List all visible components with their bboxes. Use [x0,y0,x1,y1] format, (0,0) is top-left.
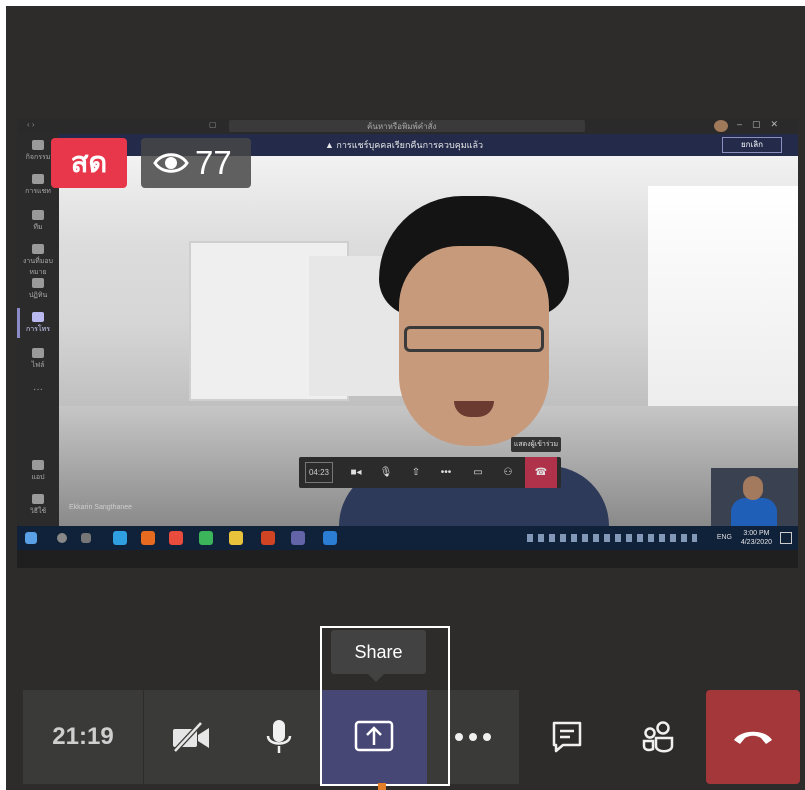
rail-active-indicator [17,308,20,338]
system-tray-icons [527,534,697,542]
chat-icon [552,721,582,753]
pip-body [731,498,777,526]
inner-share-icon: ⇧ [411,467,421,478]
windows-taskbar: ENG 3:00 PM 4/23/2020 [17,526,798,550]
shared-search-text: ค้นหาหรือพิมพ์คำสั่ง [367,122,437,131]
windows-start-icon [25,532,37,544]
rail-label: ทีม [33,224,43,231]
room-window [648,186,798,416]
calendar-icon [32,278,44,288]
more-dots-icon [455,733,491,741]
viewer-count: 77 [195,144,232,181]
inner-call-controls: 04:23 ■◂ 🎙 ⇧ ••• ▭ ⚇ ☎ [299,457,561,488]
rail-label: แอป [31,474,45,481]
chat-button[interactable] [525,690,609,784]
rail-label: กิจกรรม [25,154,51,161]
teams-app-rail: กิจกรรม การแชท ทีม งานที่มอบหมาย ปฏิทิน … [17,134,59,526]
inner-mic-icon: 🎙 [379,467,393,478]
taskbar-clock: 3:00 PM 4/23/2020 [741,529,772,547]
rail-label: ปฏิทิน [28,292,48,299]
sharing-banner-text: ▲ การแชร์บุคคลเรียกคืนการควบคุมแล้ว [325,140,484,150]
rail-label: การโทร [25,326,51,333]
powerpoint-icon [261,531,275,545]
firefox-icon [141,531,155,545]
file-explorer-icon [229,531,243,545]
inner-call-time: 04:23 [305,462,333,483]
cursor-marker [378,783,386,790]
participants-button[interactable] [614,690,702,784]
self-view-pip [711,468,798,526]
speaker-name: Ekkarin Sangthanee [69,504,133,511]
word-icon [323,531,337,545]
help-icon [32,494,44,504]
inner-participants-tooltip: แสดงผู้เข้าร่วม [511,437,561,452]
participants-icon [642,721,674,753]
rail-item-teams: ทีม [21,210,55,233]
bell-icon [32,140,44,150]
chrome-icon [169,531,183,545]
taskbar-time: 3:00 PM [743,530,770,537]
taskbar-language: ENG [716,534,732,541]
rail-label: วิธีใช้ [29,508,47,515]
teams-taskbar-icon [291,531,305,545]
rail-label: ไฟล์ [31,362,45,369]
phone-icon [32,312,44,322]
taskbar-date: 4/23/2020 [740,539,772,546]
shared-titlebar: ‹ › ▢ ค้นหาหรือพิมพ์คำสั่ง –▢✕ [17,118,798,134]
rail-label: งานที่มอบหมาย [22,258,53,276]
rail-item-calendar: ปฏิทิน [21,278,55,301]
assignments-icon [32,244,44,254]
chat-icon [32,174,44,184]
rail-item-chat: การแชท [21,174,55,197]
share-tooltip: Share [331,630,426,674]
edge-icon [113,531,127,545]
speaker-video: แสดงผู้เข้าร่วม 04:23 ■◂ 🎙 ⇧ ••• ▭ ⚇ ☎ E… [59,156,798,526]
camera-toggle-button[interactable] [144,690,238,784]
inner-participants-icon: ⚇ [503,467,513,478]
pip-face [743,476,763,500]
task-view-icon [81,533,91,543]
shared-screen: ‹ › ▢ ค้นหาหรือพิมพ์คำสั่ง –▢✕ กิจกรรม ก… [17,118,798,568]
inner-more-icon: ••• [440,467,452,478]
hangup-button[interactable] [706,690,800,784]
microphone-icon [266,720,292,753]
live-badge: สด [51,138,127,188]
notification-icon [780,532,792,544]
person-glasses [404,326,544,352]
hang-up-icon [734,731,772,744]
apps-icon [32,460,44,470]
chrome-canary-icon [199,531,213,545]
rail-more-icon: ··· [33,384,43,395]
rail-item-apps: แอป [21,460,55,483]
share-tooltip-arrow [368,674,384,682]
nav-arrows-icon: ‹ › [27,120,35,129]
rail-item-files: ไฟล์ [21,348,55,371]
rail-label: การแชท [25,188,51,195]
inner-camera-icon: ■◂ [350,467,362,478]
inner-chat-icon: ▭ [473,467,483,478]
search-icon [57,533,67,543]
banner-text: การแชร์บุคคลเรียกคืนการควบคุมแล้ว [336,140,484,150]
rail-item-calls: การโทร [21,312,55,335]
file-icon [32,348,44,358]
rail-item-help: วิธีใช้ [21,494,55,517]
banner-cancel-button: ยกเลิก [722,137,782,153]
inner-hangup-icon: ☎ [525,457,557,488]
compose-icon: ▢ [209,120,217,129]
mic-toggle-button[interactable] [238,690,320,784]
shared-avatar [714,120,728,132]
teams-icon [32,210,44,220]
rail-item-activity: กิจกรรม [21,140,55,163]
viewer-count-badge: 77 [141,138,251,188]
call-duration: 21:19 [52,723,114,750]
camera-off-icon [173,721,209,753]
eye-icon [153,153,189,173]
rail-item-assignments: งานที่มอบหมาย [21,244,55,278]
window-controls-icon: –▢✕ [736,119,788,129]
